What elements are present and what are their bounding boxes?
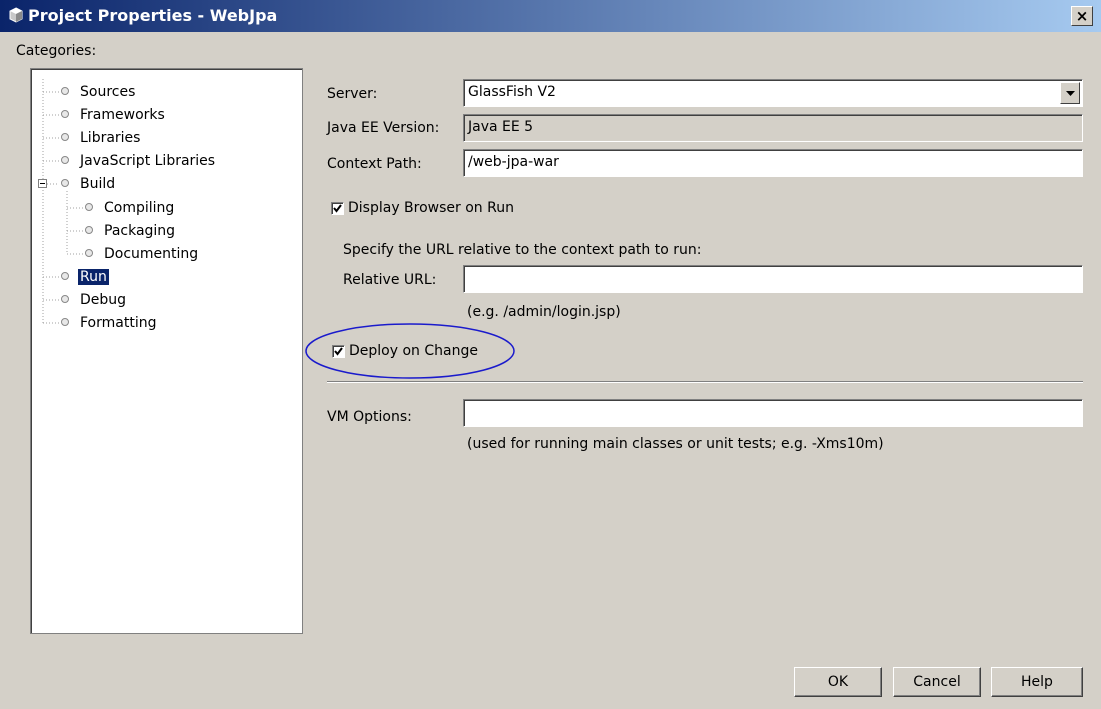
build-collapse-icon[interactable] <box>38 179 47 188</box>
specify-url-text: Specify the URL relative to the context … <box>343 242 702 258</box>
tree-item-sources[interactable]: Sources <box>61 81 137 103</box>
node-icon <box>85 226 93 234</box>
context-path-input[interactable]: /web-jpa-war <box>463 149 1083 177</box>
node-icon <box>61 179 69 187</box>
node-icon <box>61 110 69 118</box>
node-icon <box>85 203 93 211</box>
display-browser-label[interactable]: Display Browser on Run <box>348 199 514 217</box>
node-icon <box>61 295 69 303</box>
cancel-button[interactable]: Cancel <box>893 667 981 697</box>
close-icon: × <box>1075 7 1089 25</box>
deploy-on-change-label[interactable]: Deploy on Change <box>349 342 478 360</box>
tree-item-packaging[interactable]: Packaging <box>85 220 177 242</box>
node-icon <box>61 318 69 326</box>
javaee-version-field: Java EE 5 <box>463 114 1083 142</box>
relative-url-hint: (e.g. /admin/login.jsp) <box>467 304 621 320</box>
tree-item-compiling[interactable]: Compiling <box>85 197 176 219</box>
node-icon <box>61 133 69 141</box>
tree-item-debug[interactable]: Debug <box>61 289 128 311</box>
relative-url-input[interactable] <box>463 265 1083 293</box>
close-button[interactable]: × <box>1071 6 1093 26</box>
vm-options-hint: (used for running main classes or unit t… <box>467 436 884 452</box>
checkmark-icon <box>333 204 342 213</box>
chevron-down-icon <box>1065 90 1075 96</box>
categories-label: Categories: <box>16 43 97 59</box>
tree-item-libraries[interactable]: Libraries <box>61 127 142 149</box>
help-button[interactable]: Help <box>991 667 1083 697</box>
title-bar[interactable]: Project Properties - WebJpa × <box>0 0 1101 32</box>
server-dropdown-button[interactable] <box>1060 82 1080 104</box>
window-title: Project Properties - WebJpa <box>28 6 278 25</box>
context-path-label: Context Path: <box>327 156 422 172</box>
project-icon <box>9 7 23 23</box>
node-icon <box>85 249 93 257</box>
display-browser-checkbox[interactable] <box>331 202 344 215</box>
tree-item-run[interactable]: Run <box>61 266 109 288</box>
server-select[interactable]: GlassFish V2 <box>463 79 1083 107</box>
checkmark-icon <box>334 347 343 356</box>
server-value: GlassFish V2 <box>468 84 556 100</box>
tree-item-javascript-libraries[interactable]: JavaScript Libraries <box>61 150 217 172</box>
node-icon <box>61 272 69 280</box>
categories-tree[interactable]: Sources Frameworks Libraries JavaScript … <box>30 68 303 634</box>
ok-button[interactable]: OK <box>794 667 882 697</box>
tree-item-frameworks[interactable]: Frameworks <box>61 104 167 126</box>
server-label: Server: <box>327 86 378 102</box>
vm-options-label: VM Options: <box>327 409 412 425</box>
javaee-version-value: Java EE 5 <box>468 119 534 135</box>
tree-item-documenting[interactable]: Documenting <box>85 243 200 265</box>
node-icon <box>61 87 69 95</box>
node-icon <box>61 156 69 164</box>
deploy-on-change-checkbox[interactable] <box>332 345 345 358</box>
vm-options-input[interactable] <box>463 399 1083 427</box>
relative-url-label: Relative URL: <box>343 272 437 288</box>
tree-item-formatting[interactable]: Formatting <box>61 312 158 334</box>
section-separator <box>327 381 1083 383</box>
javaee-version-label: Java EE Version: <box>327 120 440 136</box>
tree-item-build[interactable]: Build <box>61 173 117 195</box>
context-path-value: /web-jpa-war <box>468 154 559 170</box>
